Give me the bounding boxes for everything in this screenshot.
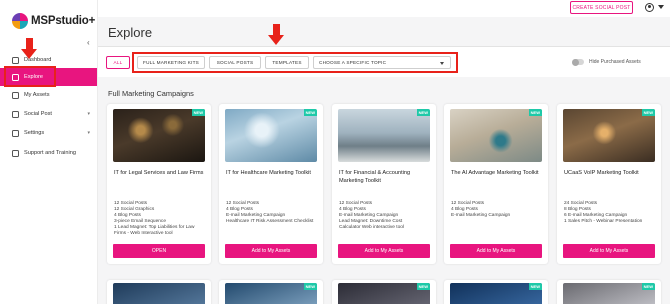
section-title: Full Marketing Campaigns: [108, 89, 194, 98]
sidebar-item-settings[interactable]: Settings ▾: [0, 124, 97, 142]
card-title: The AI Advantage Marketing Toolkit: [451, 170, 539, 176]
sidebar: MSPstudio+ ‹ Dashboard Explore My Assets…: [0, 0, 98, 304]
campaign-card: NEW UCaaS VoIP Marketing Toolkit 24 Soci…: [557, 104, 661, 264]
card-description: 12 Social Posts 12 Social Graphics 4 Blo…: [114, 201, 208, 237]
new-badge: NEW: [303, 283, 317, 290]
sidebar-item-my-assets[interactable]: My Assets: [0, 86, 97, 104]
card-image[interactable]: NEW: [450, 283, 542, 304]
campaign-card: NEW IT for Healthcare Marketing Toolkit …: [219, 104, 323, 264]
card-image[interactable]: [113, 283, 205, 304]
campaign-card: NEW: [557, 280, 661, 304]
card-image[interactable]: NEW: [225, 283, 317, 304]
card-image[interactable]: NEW: [113, 109, 205, 162]
new-badge: NEW: [416, 283, 430, 290]
hide-purchased-toggle[interactable]: [572, 58, 584, 66]
add-to-my-assets-button[interactable]: Add to My Assets: [338, 244, 430, 258]
share-icon: [12, 110, 19, 118]
card-image[interactable]: NEW: [338, 109, 430, 162]
gear-icon: [12, 129, 19, 137]
sidebar-item-label: Settings: [24, 130, 45, 136]
chevron-down-icon: ▾: [87, 130, 90, 136]
sidebar-item-label: Social Post: [24, 111, 52, 117]
chevron-down-icon: ▾: [87, 111, 90, 117]
arrow-head: [268, 35, 284, 45]
new-badge: NEW: [528, 109, 542, 116]
sidebar-item-support[interactable]: Support and Training: [0, 144, 97, 162]
hide-purchased-label: Hide Purchased Assets: [589, 59, 641, 65]
logo-text: MSPstudio+: [31, 15, 96, 27]
folder-icon: [12, 91, 19, 99]
card-description: 24 Social Posts 8 Blog Posts 6 E-mail Ma…: [564, 201, 658, 225]
chevron-down-icon[interactable]: [658, 5, 664, 9]
add-to-my-assets-button[interactable]: Add to My Assets: [225, 244, 317, 258]
campaign-card: NEW: [444, 280, 548, 304]
new-badge: NEW: [303, 109, 317, 116]
card-title: IT for Financial & Accounting Marketing …: [339, 170, 411, 184]
arrow-head: [21, 49, 37, 59]
new-badge: NEW: [641, 283, 655, 290]
card-desc-line: Healthcare IT Risk Assessment Checklist: [226, 218, 314, 224]
create-social-post-button[interactable]: CREATE SOCIAL POST: [570, 1, 633, 14]
help-icon: [12, 149, 19, 157]
card-title: IT for Legal Services and Law Firms: [114, 170, 204, 176]
campaign-card: NEW The AI Advantage Marketing Toolkit 1…: [444, 104, 548, 264]
top-bar: CREATE SOCIAL POST: [0, 0, 670, 17]
new-badge: NEW: [191, 109, 205, 116]
open-button[interactable]: OPEN: [113, 244, 205, 258]
annotation-box-explore: [4, 66, 56, 87]
card-image[interactable]: NEW: [563, 283, 655, 304]
new-badge: NEW: [416, 109, 430, 116]
card-description: 12 Social Posts 4 Blog Posts E-mail Mark…: [226, 201, 320, 225]
home-icon: [12, 56, 19, 64]
campaign-card: NEW: [219, 280, 323, 304]
page-title: Explore: [108, 25, 153, 40]
add-to-my-assets-button[interactable]: Add to My Assets: [450, 244, 542, 258]
sidebar-item-social-post[interactable]: Social Post ▾: [0, 105, 97, 123]
logo-mark-icon: [12, 13, 28, 29]
sidebar-item-label: Support and Training: [24, 150, 76, 156]
card-title: IT for Healthcare Marketing Toolkit: [226, 170, 311, 176]
card-desc-line: 1 Sales Pitch - Webinar Presentation: [564, 218, 643, 224]
logo[interactable]: MSPstudio+: [12, 13, 95, 29]
card-description: 12 Social Posts 4 Blog Posts E-mail Mark…: [451, 201, 545, 219]
campaign-card: NEW: [332, 280, 436, 304]
campaign-card: [107, 280, 211, 304]
collapse-sidebar-icon[interactable]: ‹: [87, 38, 90, 47]
card-image[interactable]: NEW: [225, 109, 317, 162]
annotation-arrow-down-icon: [21, 38, 37, 60]
annotation-arrow-down-icon: [268, 24, 284, 46]
add-to-my-assets-button[interactable]: Add to My Assets: [563, 244, 655, 258]
card-title: UCaaS VoIP Marketing Toolkit: [564, 170, 639, 176]
new-badge: NEW: [641, 109, 655, 116]
card-image[interactable]: NEW: [563, 109, 655, 162]
card-desc-line: Calculator Web interactive tool: [339, 224, 404, 230]
campaign-card: NEW IT for Legal Services and Law Firms …: [107, 104, 211, 264]
card-description: 12 Social Posts 4 Blog Posts E-mail Mark…: [339, 201, 433, 231]
sidebar-item-label: My Assets: [24, 92, 50, 98]
new-badge: NEW: [528, 283, 542, 290]
campaign-card: NEW IT for Financial & Accounting Market…: [332, 104, 436, 264]
card-image[interactable]: NEW: [338, 283, 430, 304]
filter-all-button[interactable]: ALL: [106, 56, 130, 69]
annotation-box-filters: [132, 52, 458, 73]
user-avatar-icon[interactable]: [645, 3, 654, 12]
card-image[interactable]: NEW: [450, 109, 542, 162]
card-desc-line: E-mail Marketing Campaign: [451, 212, 511, 218]
card-desc-line: Firms - Web Interactive tool: [114, 230, 173, 236]
